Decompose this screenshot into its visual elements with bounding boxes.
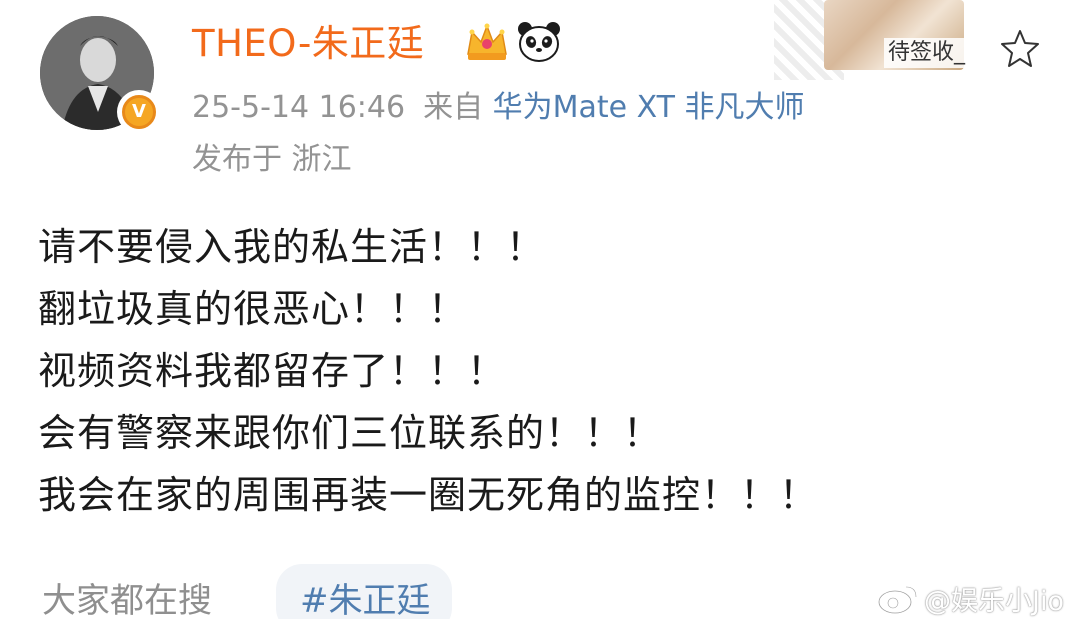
post-location: 发布于 浙江: [192, 142, 352, 177]
post-text-line: 请不要侵入我的私生活！！！: [38, 225, 546, 269]
weibo-logo-icon: [877, 585, 918, 615]
decoration-text: 待签收_: [884, 38, 970, 68]
post-content: 请不要侵入我的私生活！！！ 翻垃圾真的很恶心！！！ 视频资料我都留存了！！！ 会…: [38, 216, 1038, 526]
crown-icon: [467, 23, 507, 60]
source-device-link[interactable]: 华为Mate XT 非凡大师: [493, 90, 805, 125]
card-decoration: 待签收_: [774, 0, 1044, 80]
source-prefix: 来自: [423, 90, 484, 125]
post-text-line: 会有警察来跟你们三位联系的！！！: [38, 411, 663, 455]
post-timestamp: 25-5-14 16:46: [192, 90, 406, 125]
verified-badge-icon: V: [117, 90, 161, 134]
watermark: @娱乐小Jio: [876, 578, 1064, 618]
star-outline-icon[interactable]: [1000, 28, 1040, 68]
post-meta: 25-5-14 16:46 来自 华为Mate XT 非凡大师: [192, 86, 805, 130]
post-text-line: 我会在家的周围再装一圈无死角的监控！！！: [38, 473, 819, 517]
username[interactable]: THEO-朱正廷: [192, 18, 424, 70]
watermark-text: @娱乐小Jio: [924, 585, 1064, 617]
panda-icon: [518, 22, 560, 62]
post-text-line: 视频资料我都留存了！！！: [38, 349, 507, 393]
weibo-post-screen: V THEO-朱正廷 25-5-14 16:46 来自 华为Mate XT 非凡大…: [0, 0, 1079, 619]
trending-search-label: 大家都在搜: [42, 581, 212, 619]
hashtag-link[interactable]: #朱正廷: [300, 576, 431, 619]
post-text-line: 翻垃圾真的很恶心！！！: [38, 287, 468, 331]
